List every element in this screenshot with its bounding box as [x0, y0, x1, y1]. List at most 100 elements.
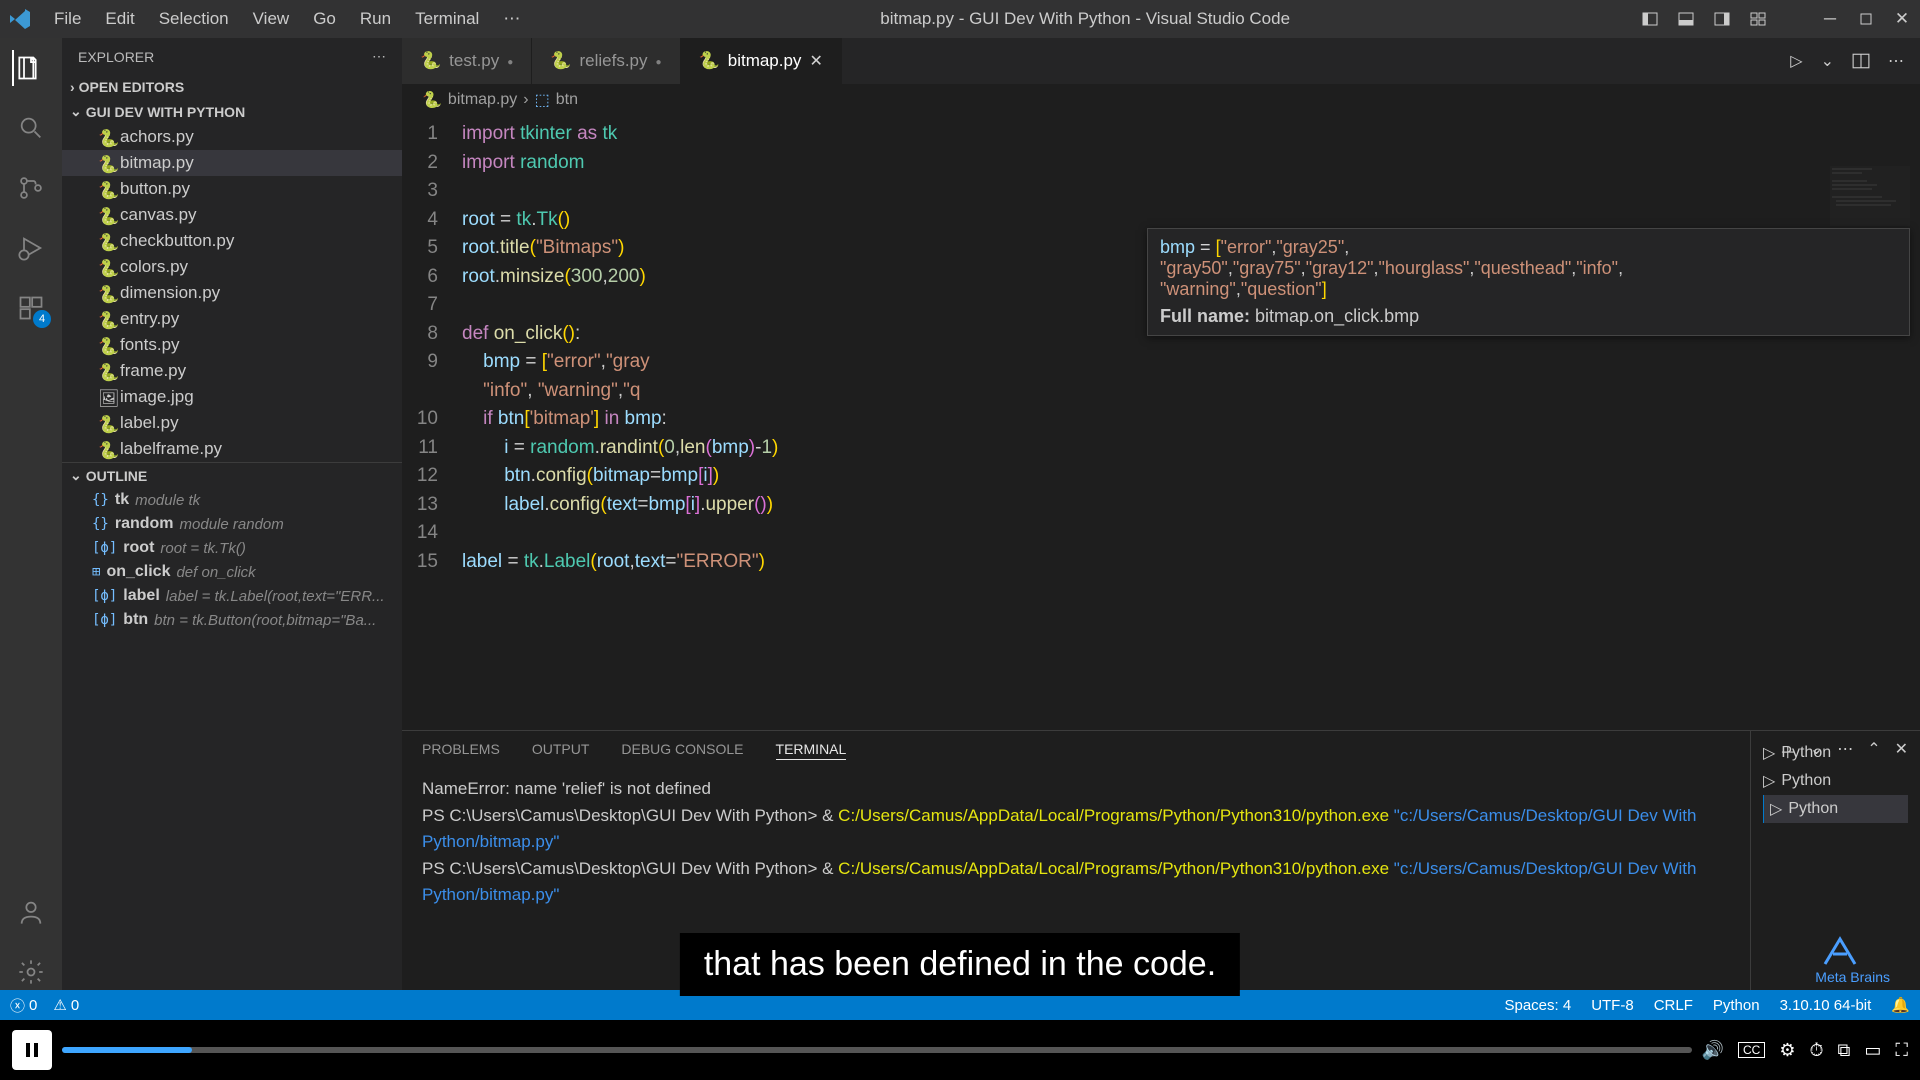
- activity-accounts[interactable]: [13, 894, 49, 930]
- panel-tab-terminal[interactable]: TERMINAL: [776, 739, 847, 760]
- menu-edit[interactable]: Edit: [95, 5, 144, 33]
- file-button-py[interactable]: 🐍button.py: [62, 176, 402, 202]
- captions-button[interactable]: CC: [1738, 1042, 1765, 1058]
- menu-file[interactable]: File: [44, 5, 91, 33]
- file-colors-py[interactable]: 🐍colors.py: [62, 254, 402, 280]
- maximize-button[interactable]: [1856, 9, 1876, 29]
- outline-list: {} tk module tk{} random module random[ϕ…: [62, 488, 402, 632]
- tab-dirty-icon[interactable]: [656, 52, 662, 70]
- menu-run[interactable]: Run: [350, 5, 401, 33]
- tab-dirty-icon[interactable]: [507, 52, 513, 70]
- tab-bitmap[interactable]: 🐍bitmap.py✕: [681, 38, 842, 84]
- sidebar-more-icon[interactable]: ⋯: [372, 48, 386, 65]
- file-list: 🐍achors.py🐍bitmap.py🐍button.py🐍canvas.py…: [62, 124, 402, 462]
- folder-section[interactable]: GUI DEV WITH PYTHON: [62, 99, 402, 124]
- volume-icon[interactable]: 🔊: [1702, 1040, 1724, 1061]
- outline-item[interactable]: [ϕ] label label = tk.Label(root,text="ER…: [62, 584, 402, 608]
- outline-item[interactable]: {} tk module tk: [62, 488, 402, 512]
- file-entry-py[interactable]: 🐍entry.py: [62, 306, 402, 332]
- activity-settings[interactable]: [13, 954, 49, 990]
- open-editors-section[interactable]: OPEN EDITORS: [62, 75, 402, 99]
- file-image-jpg[interactable]: 🖼image.jpg: [62, 384, 402, 410]
- panel-tab-debug[interactable]: DEBUG CONSOLE: [621, 739, 743, 760]
- file-label-py[interactable]: 🐍label.py: [62, 410, 402, 436]
- menu-terminal[interactable]: Terminal: [405, 5, 489, 33]
- outline-item[interactable]: ⊞ on_click def on_click: [62, 560, 402, 584]
- activity-extensions[interactable]: 4: [13, 290, 49, 326]
- file-checkbutton-py[interactable]: 🐍checkbutton.py: [62, 228, 402, 254]
- new-terminal-icon[interactable]: ＋: [1780, 739, 1796, 763]
- terminal-dropdown-icon[interactable]: ⌄: [1810, 739, 1823, 763]
- pause-button[interactable]: [12, 1030, 52, 1070]
- settings-icon[interactable]: ⚙: [1779, 1040, 1795, 1061]
- layout-panel-right-icon[interactable]: [1712, 9, 1732, 29]
- file-bitmap-py[interactable]: 🐍bitmap.py: [62, 150, 402, 176]
- menu-overflow[interactable]: ⋯: [493, 5, 530, 33]
- layout-customize-icon[interactable]: [1748, 9, 1768, 29]
- maximize-panel-icon[interactable]: ⌃: [1867, 739, 1880, 763]
- status-notifications-icon[interactable]: 🔔: [1891, 996, 1910, 1014]
- activity-source-control[interactable]: [13, 170, 49, 206]
- file-achors-py[interactable]: 🐍achors.py: [62, 124, 402, 150]
- panel-tabs: PROBLEMS OUTPUT DEBUG CONSOLE TERMINAL: [402, 731, 1750, 768]
- outline-item[interactable]: {} random module random: [62, 512, 402, 536]
- close-button[interactable]: ✕: [1892, 9, 1912, 29]
- minimap[interactable]: [1830, 166, 1910, 226]
- status-eol[interactable]: CRLF: [1654, 996, 1693, 1014]
- sidebar-header: EXPLORER ⋯: [62, 38, 402, 75]
- outline-section[interactable]: OUTLINE: [62, 463, 402, 488]
- status-indent[interactable]: Spaces: 4: [1504, 996, 1571, 1014]
- status-interpreter[interactable]: 3.10.10 64-bit: [1780, 996, 1872, 1014]
- file-icon: 🐍: [98, 285, 114, 301]
- pip-icon[interactable]: ⧉: [1838, 1040, 1851, 1061]
- outline-item[interactable]: [ϕ] root root = tk.Tk(): [62, 536, 402, 560]
- terminal-item[interactable]: ▷Python: [1763, 767, 1908, 795]
- editor-more-icon[interactable]: ⋯: [1888, 51, 1904, 71]
- menu-selection[interactable]: Selection: [149, 5, 239, 33]
- status-errors[interactable]: ⓧ 0: [10, 995, 37, 1016]
- file-labelframe-py[interactable]: 🐍labelframe.py: [62, 436, 402, 462]
- split-editor-icon[interactable]: [1852, 52, 1870, 70]
- terminal-icon: ▷: [1770, 799, 1782, 819]
- tab-test[interactable]: 🐍test.py: [402, 38, 532, 84]
- run-dropdown-icon[interactable]: ⌄: [1821, 51, 1834, 71]
- status-encoding[interactable]: UTF-8: [1591, 996, 1634, 1014]
- run-button[interactable]: ▷: [1790, 51, 1802, 71]
- file-fonts-py[interactable]: 🐍fonts.py: [62, 332, 402, 358]
- activity-run-debug[interactable]: [13, 230, 49, 266]
- file-icon: 🐍: [98, 155, 114, 171]
- terminal-item[interactable]: ▷Python: [1763, 795, 1908, 823]
- minimize-button[interactable]: ─: [1820, 9, 1840, 29]
- tab-reliefs[interactable]: 🐍reliefs.py: [532, 38, 680, 84]
- panel-tab-problems[interactable]: PROBLEMS: [422, 739, 500, 760]
- file-icon: 🐍: [98, 415, 114, 431]
- close-panel-icon[interactable]: ✕: [1895, 739, 1908, 763]
- speed-icon[interactable]: ⏱: [1809, 1040, 1823, 1061]
- file-icon: 🐍: [98, 363, 114, 379]
- vscode-logo-icon: [8, 7, 32, 31]
- status-language[interactable]: Python: [1713, 996, 1760, 1014]
- outline-item[interactable]: [ϕ] btn btn = tk.Button(root,bitmap="Ba.…: [62, 608, 402, 632]
- file-frame-py[interactable]: 🐍frame.py: [62, 358, 402, 384]
- terminal-icon: ▷: [1763, 771, 1775, 791]
- window-title: bitmap.py - GUI Dev With Python - Visual…: [530, 9, 1640, 29]
- fullscreen-icon[interactable]: ⛶: [1895, 1040, 1908, 1061]
- terminal-more-icon[interactable]: ⋯: [1837, 739, 1853, 763]
- progress-bar[interactable]: [62, 1047, 1692, 1053]
- breadcrumb[interactable]: 🐍 bitmap.py › ⬚ btn: [402, 84, 1920, 116]
- tab-close-icon[interactable]: ✕: [809, 51, 822, 71]
- code-editor[interactable]: 1import tkinter as tk2import random34roo…: [402, 116, 1920, 730]
- activity-explorer[interactable]: [12, 50, 48, 86]
- brand-logo: Meta Brains: [1815, 929, 1890, 985]
- theater-icon[interactable]: ▭: [1864, 1040, 1881, 1061]
- menu-go[interactable]: Go: [303, 5, 346, 33]
- activity-search[interactable]: [13, 110, 49, 146]
- panel-tab-output[interactable]: OUTPUT: [532, 739, 590, 760]
- file-canvas-py[interactable]: 🐍canvas.py: [62, 202, 402, 228]
- layout-panel-bottom-icon[interactable]: [1676, 9, 1696, 29]
- menu-view[interactable]: View: [243, 5, 300, 33]
- file-dimension-py[interactable]: 🐍dimension.py: [62, 280, 402, 306]
- hover-tooltip: bmp = [bmp = ["error","gray25","error","…: [1147, 228, 1910, 336]
- layout-panel-left-icon[interactable]: [1640, 9, 1660, 29]
- status-warnings[interactable]: ⚠ 0: [53, 996, 79, 1014]
